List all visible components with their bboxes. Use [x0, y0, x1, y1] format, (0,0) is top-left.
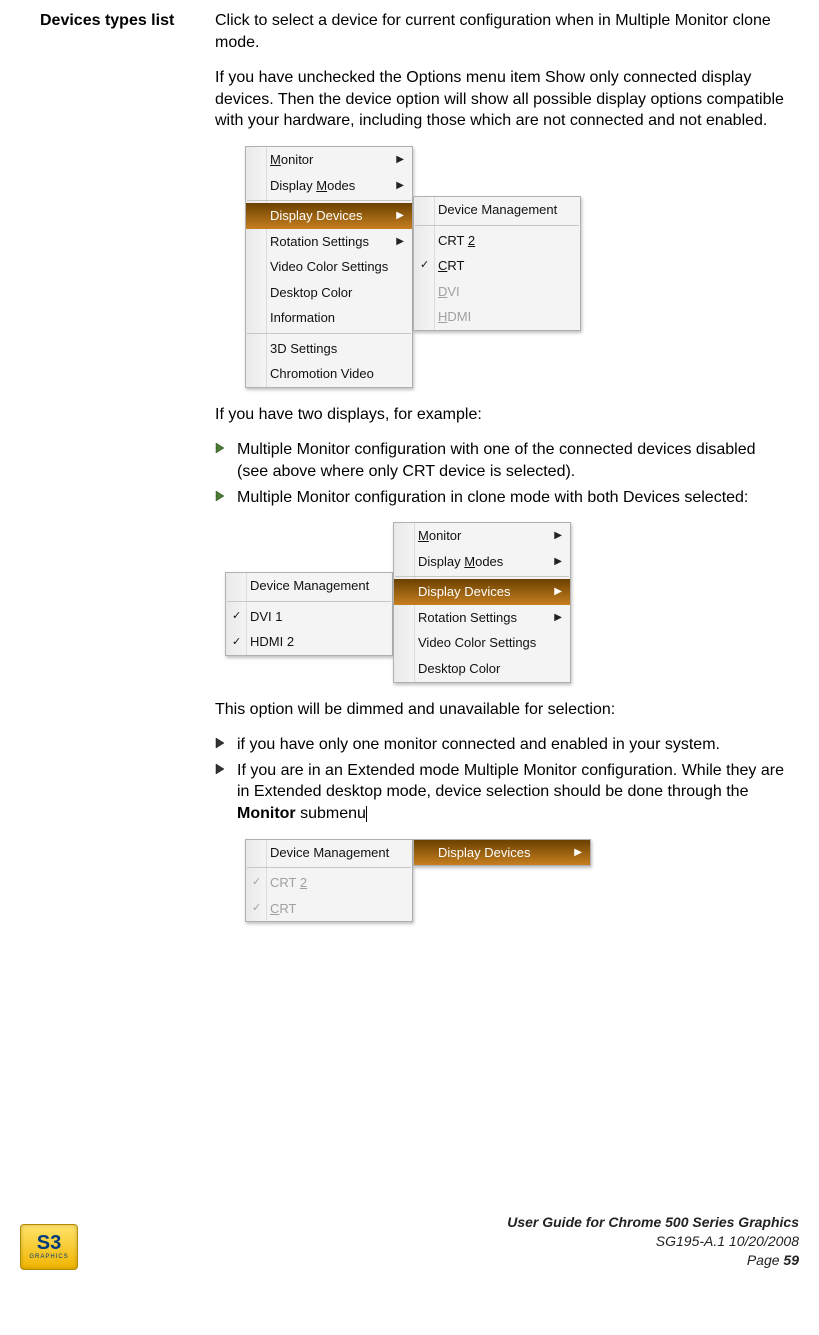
menu-item[interactable]: Chromotion Video — [246, 361, 412, 387]
figure-display-devices-submenu: Monitor▶ Display Modes▶ Display Devices▶… — [245, 146, 789, 388]
menu-item[interactable]: Rotation Settings▶ — [246, 229, 412, 255]
bullet-text: If you are in an Extended mode Multiple … — [237, 760, 789, 825]
bullet-arrow-icon — [215, 487, 237, 502]
paragraph-2: If you have unchecked the Options menu i… — [215, 67, 789, 132]
menu-item-display-devices[interactable]: Display Devices▶ — [246, 203, 412, 229]
bullet-text: Multiple Monitor configuration with one … — [237, 439, 789, 482]
menu-item[interactable]: 3D Settings — [246, 336, 412, 362]
menu-item[interactable]: Monitor▶ — [246, 147, 412, 173]
check-icon: ✓ — [252, 901, 261, 916]
menu-item[interactable]: ✓CRT — [414, 253, 580, 279]
bullet-arrow-icon — [215, 760, 237, 775]
bullet-arrow-icon — [215, 734, 237, 749]
menu-item-display-devices[interactable]: Display Devices▶ — [414, 840, 590, 866]
figure-clone-mode-submenu: Device Management ✓DVI 1 ✓HDMI 2 Monitor… — [225, 522, 789, 682]
menu-item[interactable]: Desktop Color — [394, 656, 570, 682]
paragraph-4: This option will be dimmed and unavailab… — [215, 699, 789, 721]
menu-item[interactable]: Rotation Settings▶ — [394, 605, 570, 631]
bullet-arrow-icon — [215, 439, 237, 454]
menu-item[interactable]: Device Management — [414, 197, 580, 223]
section-heading: Devices types list — [40, 10, 215, 32]
menu-item[interactable]: ✓DVI 1 — [226, 604, 392, 630]
menu-item[interactable]: Monitor▶ — [394, 523, 570, 549]
menu-item[interactable]: ✓HDMI 2 — [226, 629, 392, 655]
paragraph-3: If you have two displays, for example: — [215, 404, 789, 426]
bullet-text: if you have only one monitor connected a… — [237, 734, 789, 756]
menu-item[interactable]: Device Management — [246, 840, 412, 866]
check-icon: ✓ — [232, 609, 241, 624]
check-icon: ✓ — [420, 258, 429, 273]
paragraph-1: Click to select a device for current con… — [215, 10, 789, 53]
bullet-text: Multiple Monitor configuration in clone … — [237, 487, 789, 509]
menu-item[interactable]: Display Modes▶ — [394, 549, 570, 575]
menu-item[interactable]: Device Management — [226, 573, 392, 599]
check-icon: ✓ — [232, 635, 241, 650]
footer-title: User Guide for Chrome 500 Series Graphic… — [507, 1213, 799, 1232]
footer-page: Page 59 — [507, 1251, 799, 1270]
check-icon: ✓ — [252, 875, 261, 890]
menu-item[interactable]: Video Color Settings — [394, 630, 570, 656]
menu-item-display-devices[interactable]: Display Devices▶ — [394, 579, 570, 605]
menu-item: HDMI — [414, 304, 580, 330]
menu-item[interactable]: Video Color Settings — [246, 254, 412, 280]
figure-dimmed-submenu: Device Management ✓CRT 2 ✓CRT Display De… — [245, 839, 789, 923]
menu-item: DVI — [414, 279, 580, 305]
menu-item: ✓CRT — [246, 896, 412, 922]
menu-item[interactable]: Desktop Color — [246, 280, 412, 306]
s3-logo: S3 GRAPHICS — [20, 1224, 78, 1270]
menu-item[interactable]: CRT 2 — [414, 228, 580, 254]
menu-item: ✓CRT 2 — [246, 870, 412, 896]
page-footer: S3 GRAPHICS User Guide for Chrome 500 Se… — [0, 1205, 819, 1280]
menu-item[interactable]: Information — [246, 305, 412, 331]
menu-item[interactable]: Display Modes▶ — [246, 173, 412, 199]
footer-docinfo: SG195-A.1 10/20/2008 — [507, 1232, 799, 1251]
